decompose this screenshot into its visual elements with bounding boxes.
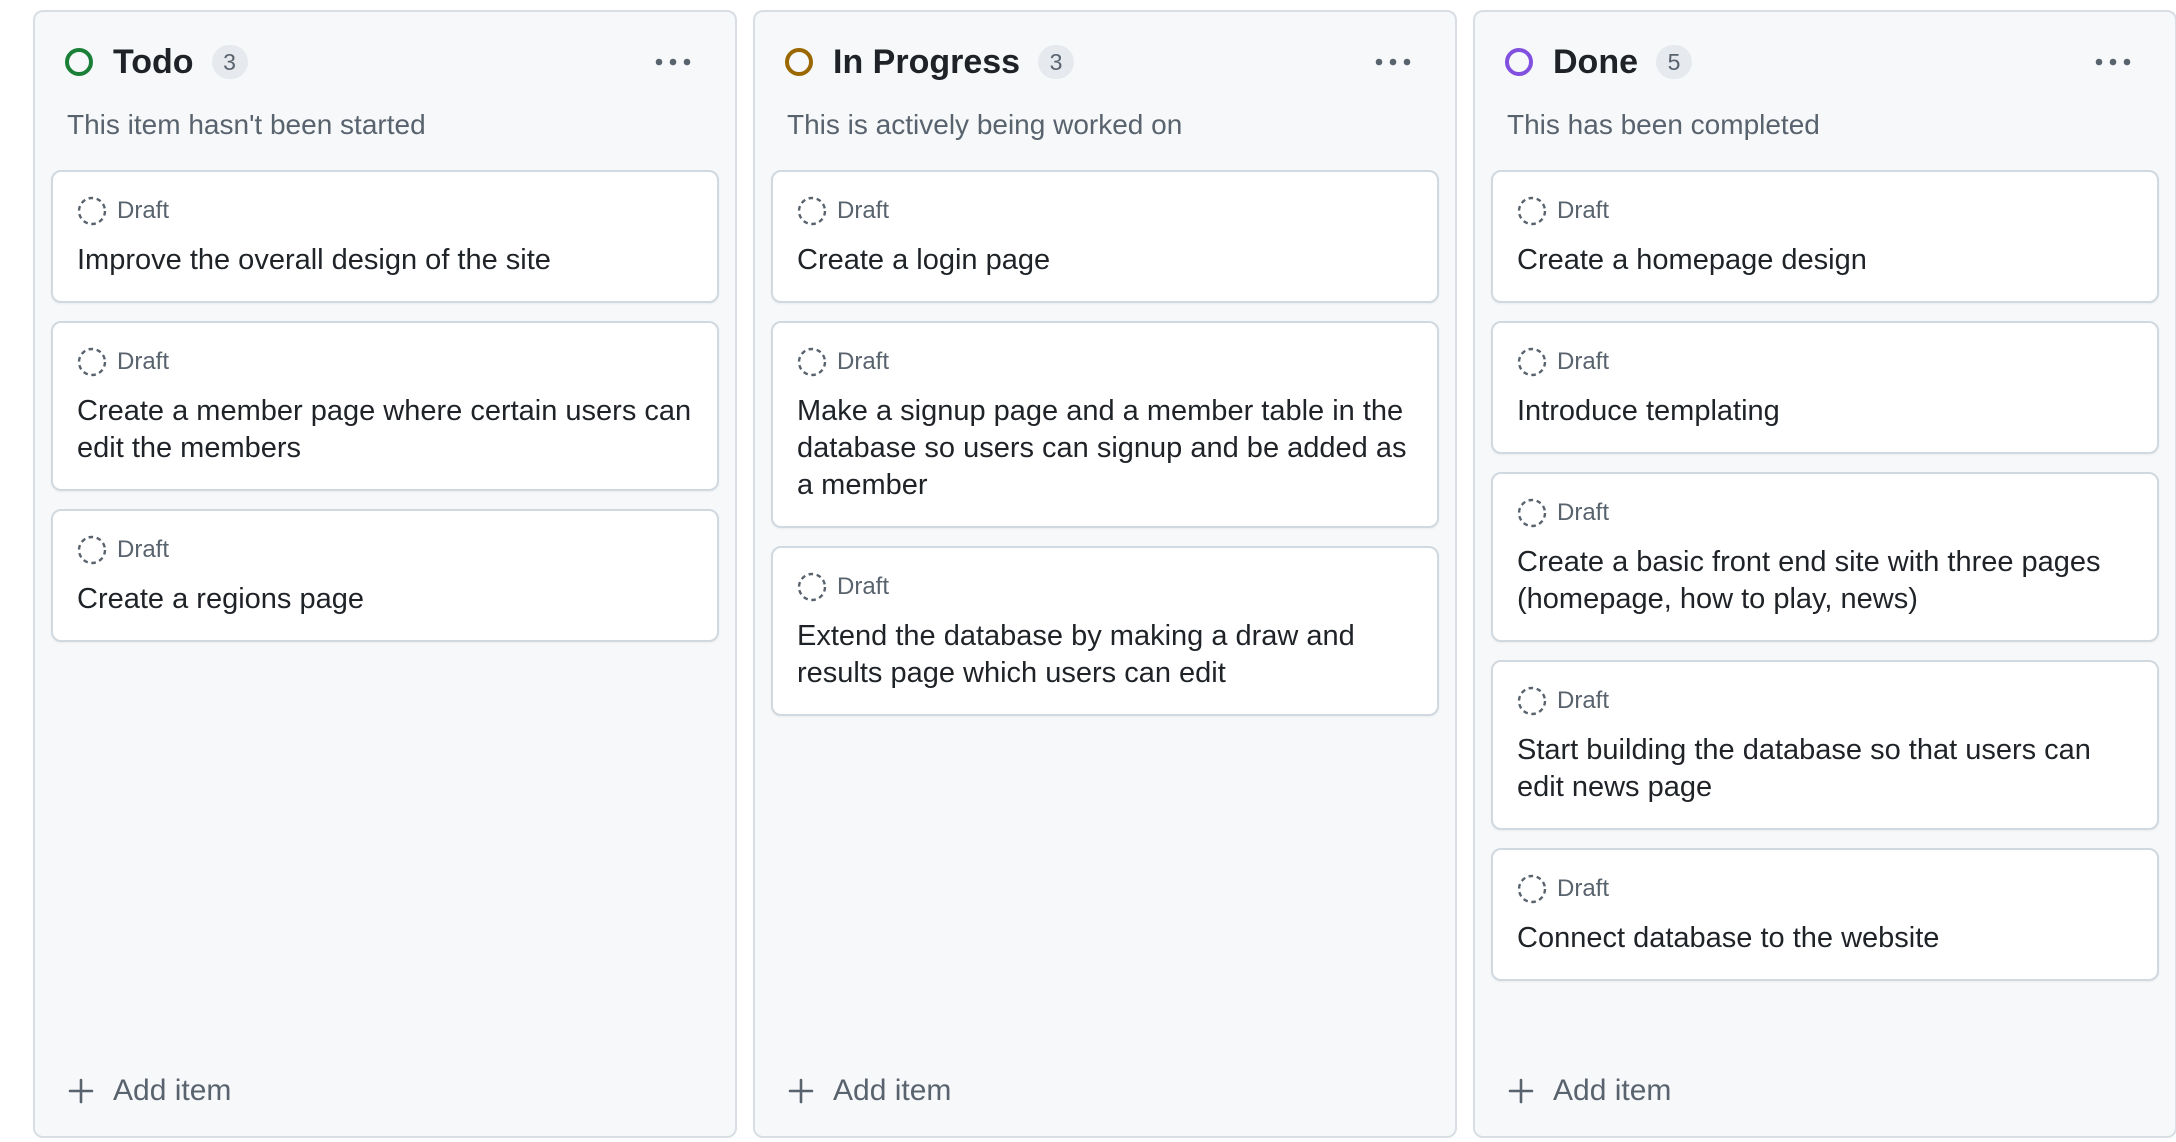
column-description: This has been completed xyxy=(1507,109,1820,140)
draft-circle-icon xyxy=(77,347,107,377)
draft-circle-icon xyxy=(77,535,107,565)
draft-circle-icon xyxy=(1517,498,1547,528)
add-item-button[interactable]: Add item xyxy=(787,1066,951,1116)
card-type-label: Draft xyxy=(1557,348,1610,375)
column-count-badge: 3 xyxy=(211,45,248,79)
card-title: Create a regions page xyxy=(77,583,364,615)
yellow-circle-icon xyxy=(785,48,813,76)
item-card[interactable]: Draft Create a login page xyxy=(771,170,1439,303)
draft-circle-icon xyxy=(797,196,827,226)
item-card[interactable]: Draft Introduce templating xyxy=(1491,321,2159,454)
draft-circle-icon xyxy=(797,347,827,377)
ellipsis-icon xyxy=(2095,58,2131,66)
card-meta: Draft xyxy=(1517,872,2133,906)
item-card[interactable]: Draft Create a basic front end site with… xyxy=(1491,472,2159,642)
card-type-label: Draft xyxy=(837,348,890,375)
item-card[interactable]: Draft Create a regions page xyxy=(51,509,719,642)
card-title: Improve the overall design of the site xyxy=(77,244,551,276)
card-meta: Draft xyxy=(77,533,693,567)
card-title: Connect database to the website xyxy=(1517,922,1940,954)
card-title: Create a login page xyxy=(797,244,1051,276)
card-meta: Draft xyxy=(1517,684,2133,718)
card-type-label: Draft xyxy=(837,573,890,600)
card-title: Make a signup page and a member table in… xyxy=(797,395,1407,501)
card-list: Draft Create a login page Draft Make a s… xyxy=(771,170,1439,734)
draft-circle-icon xyxy=(797,572,827,602)
card-title: Create a member page where certain users… xyxy=(77,395,692,464)
add-item-label: Add item xyxy=(113,1074,232,1107)
plus-icon xyxy=(788,1078,814,1104)
column-todo: Todo 3 This item hasn't been started Dra… xyxy=(33,10,737,1138)
ellipsis-icon xyxy=(655,58,691,66)
draft-circle-icon xyxy=(1517,347,1547,377)
item-card[interactable]: Draft Connect database to the website xyxy=(1491,848,2159,981)
column-more-options-button[interactable] xyxy=(641,42,705,82)
card-meta: Draft xyxy=(1517,194,2133,228)
card-list: Draft Create a homepage design Draft Int… xyxy=(1491,170,2159,999)
item-card[interactable]: Draft Extend the database by making a dr… xyxy=(771,546,1439,716)
card-meta: Draft xyxy=(797,570,1413,604)
draft-circle-icon xyxy=(77,196,107,226)
purple-circle-icon xyxy=(1505,48,1533,76)
card-type-label: Draft xyxy=(1557,499,1610,526)
item-card[interactable]: Draft Create a homepage design xyxy=(1491,170,2159,303)
card-type-label: Draft xyxy=(1557,197,1610,224)
column-header: Todo 3 xyxy=(65,42,705,82)
draft-circle-icon xyxy=(1517,686,1547,716)
card-meta: Draft xyxy=(77,345,693,379)
card-meta: Draft xyxy=(797,345,1413,379)
item-card[interactable]: Draft Start building the database so tha… xyxy=(1491,660,2159,830)
column-title: In Progress xyxy=(833,43,1021,81)
project-board: Todo 3 This item hasn't been started Dra… xyxy=(0,0,2176,1142)
column-in-progress: In Progress 3 This is actively being wor… xyxy=(753,10,1457,1138)
card-title: Extend the database by making a draw and… xyxy=(797,620,1355,689)
card-meta: Draft xyxy=(1517,345,2133,379)
green-circle-icon xyxy=(65,48,93,76)
draft-circle-icon xyxy=(1517,874,1547,904)
column-more-options-button[interactable] xyxy=(1361,42,1425,82)
add-item-label: Add item xyxy=(1553,1074,1672,1107)
card-type-label: Draft xyxy=(117,348,170,375)
card-type-label: Draft xyxy=(117,536,170,563)
column-title: Todo xyxy=(113,43,194,81)
card-title: Start building the database so that user… xyxy=(1517,734,2091,803)
card-title: Create a basic front end site with three… xyxy=(1517,546,2101,615)
card-title: Introduce templating xyxy=(1517,395,1780,427)
column-header: Done 5 xyxy=(1505,42,2145,82)
card-type-label: Draft xyxy=(117,197,170,224)
card-meta: Draft xyxy=(77,194,693,228)
card-title: Create a homepage design xyxy=(1517,244,1867,276)
draft-circle-icon xyxy=(1517,196,1547,226)
plus-icon xyxy=(1508,1078,1534,1104)
card-list: Draft Improve the overall design of the … xyxy=(51,170,719,660)
add-item-button[interactable]: Add item xyxy=(1507,1066,1671,1116)
column-done: Done 5 This has been completed Draft Cre… xyxy=(1473,10,2176,1138)
add-item-button[interactable]: Add item xyxy=(67,1066,231,1116)
item-card[interactable]: Draft Make a signup page and a member ta… xyxy=(771,321,1439,528)
card-meta: Draft xyxy=(1517,496,2133,530)
column-description: This item hasn't been started xyxy=(67,109,426,140)
item-card[interactable]: Draft Create a member page where certain… xyxy=(51,321,719,491)
card-type-label: Draft xyxy=(1557,875,1610,902)
ellipsis-icon xyxy=(1375,58,1411,66)
column-title: Done xyxy=(1553,43,1638,81)
item-card[interactable]: Draft Improve the overall design of the … xyxy=(51,170,719,303)
column-count-badge: 5 xyxy=(1656,45,1692,79)
card-meta: Draft xyxy=(797,194,1413,228)
column-header: In Progress 3 xyxy=(785,42,1425,82)
add-item-label: Add item xyxy=(833,1074,952,1107)
plus-icon xyxy=(68,1078,94,1104)
column-more-options-button[interactable] xyxy=(2081,42,2145,82)
column-description: This is actively being worked on xyxy=(787,109,1183,140)
card-type-label: Draft xyxy=(837,197,890,224)
card-type-label: Draft xyxy=(1557,687,1610,714)
column-count-badge: 3 xyxy=(1038,45,1075,79)
